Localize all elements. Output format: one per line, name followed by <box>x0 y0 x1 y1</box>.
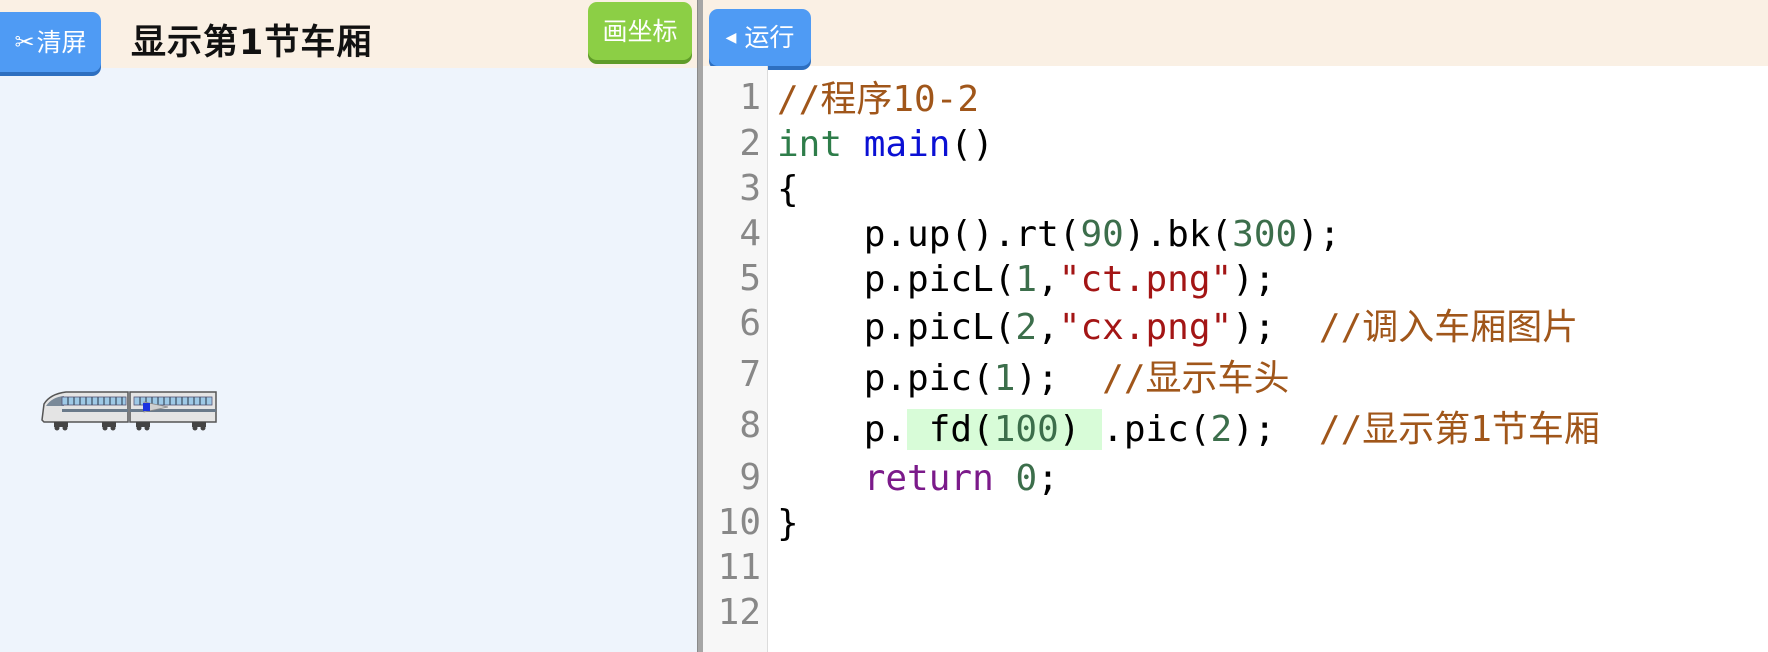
code-number: 2 <box>1015 307 1038 348</box>
code-line-9: return 0; <box>777 457 1059 501</box>
triangle-left-icon: ◀ <box>725 29 737 46</box>
code-comment: //调入车厢图片 <box>1318 307 1579 348</box>
line-number: 9 <box>739 457 761 498</box>
line-number: 5 <box>739 258 761 299</box>
code-pane: ◀ 运行 1 2 3 4 5 6 7 8 9 10 11 12 //程序10-2… <box>703 0 1768 652</box>
code-number: 90 <box>1080 214 1124 255</box>
code-comment: //显示第1节车厢 <box>1318 409 1600 450</box>
code-text: , <box>1037 259 1059 300</box>
line-number-gutter: 1 2 3 4 5 6 7 8 9 10 11 12 <box>703 66 768 652</box>
code-number: 1 <box>1015 259 1038 300</box>
code-line-5: p.picL(1,"ct.png"); <box>777 258 1276 302</box>
line-number: 4 <box>739 213 761 254</box>
code-text: p.up().rt( <box>777 214 1081 255</box>
page-title: 显示第1节车厢 <box>131 23 373 63</box>
code-line-4: p.up().rt(90).bk(300); <box>777 213 1341 257</box>
code-keyword: int <box>777 124 843 165</box>
turtle-canvas[interactable] <box>0 68 697 652</box>
code-text: ); <box>1232 259 1276 300</box>
code-string: "ct.png" <box>1058 259 1233 300</box>
code-line-10: } <box>777 502 799 546</box>
code-text: p. <box>777 409 908 450</box>
code-text: p.picL( <box>777 307 1016 348</box>
code-text: ) <box>1058 409 1103 450</box>
code-editor[interactable]: 1 2 3 4 5 6 7 8 9 10 11 12 //程序10-2 int … <box>703 66 1768 652</box>
line-number: 10 <box>717 502 761 543</box>
clear-screen-button[interactable]: ✂ 清屏 <box>0 12 101 72</box>
code-keyword: return <box>863 458 994 499</box>
code-text: p.pic( <box>777 358 994 399</box>
line-number: 6 <box>739 303 761 344</box>
code-line-6: p.picL(2,"cx.png"); //调入车厢图片 <box>777 306 1579 350</box>
clear-screen-label: 清屏 <box>36 27 87 57</box>
editor-toolbar: ◀ 运行 <box>703 0 1768 66</box>
code-number: 2 <box>1210 409 1233 450</box>
run-label: 运行 <box>744 23 795 52</box>
line-number: 7 <box>739 354 761 395</box>
code-comment: //程序10-2 <box>777 79 980 120</box>
code-text: ); <box>1232 307 1319 348</box>
code-text: () <box>950 124 994 165</box>
code-line-7: p.pic(1); //显示车头 <box>777 357 1290 401</box>
code-comment: //显示车头 <box>1102 358 1290 399</box>
line-number: 8 <box>739 405 761 446</box>
scissors-icon: ✂ <box>14 28 35 56</box>
line-number: 11 <box>717 547 761 588</box>
code-text: p.picL( <box>777 259 1016 300</box>
code-text: ); <box>1015 358 1103 399</box>
highlighted-code: fd(100) <box>907 409 1103 450</box>
code-number: 300 <box>1232 214 1298 255</box>
code-line-3: { <box>777 168 799 212</box>
code-text: } <box>777 503 799 544</box>
drawing-toolbar: ✂ 清屏 显示第1节车厢 画坐标 <box>0 0 697 72</box>
code-text: ); <box>1232 409 1319 450</box>
run-button[interactable]: ◀ 运行 <box>709 9 811 66</box>
code-number: 1 <box>993 358 1016 399</box>
code-text: { <box>777 169 799 210</box>
code-text: .pic( <box>1102 409 1211 450</box>
code-text: ; <box>1037 458 1059 499</box>
code-line-2: int main() <box>777 123 994 167</box>
train-image <box>41 391 217 431</box>
code-text: , <box>1037 307 1059 348</box>
code-string: "cx.png" <box>1058 307 1233 348</box>
code-text: ).bk( <box>1123 214 1233 255</box>
draw-grid-button[interactable]: 画坐标 <box>588 2 692 60</box>
code-function-name: main <box>863 124 951 165</box>
line-number: 2 <box>739 123 761 164</box>
code-text: ); <box>1297 214 1341 255</box>
code-text: fd( <box>907 409 994 450</box>
code-number: 0 <box>1015 458 1038 499</box>
code-line-8: p. fd(100) .pic(2); //显示第1节车厢 <box>777 408 1600 452</box>
drawing-pane: ✂ 清屏 显示第1节车厢 画坐标 <box>0 0 697 652</box>
code-line-1: //程序10-2 <box>777 78 979 122</box>
code-number: 100 <box>993 409 1059 450</box>
line-number: 3 <box>739 168 761 209</box>
line-number: 1 <box>739 77 761 118</box>
line-number: 12 <box>717 592 761 633</box>
